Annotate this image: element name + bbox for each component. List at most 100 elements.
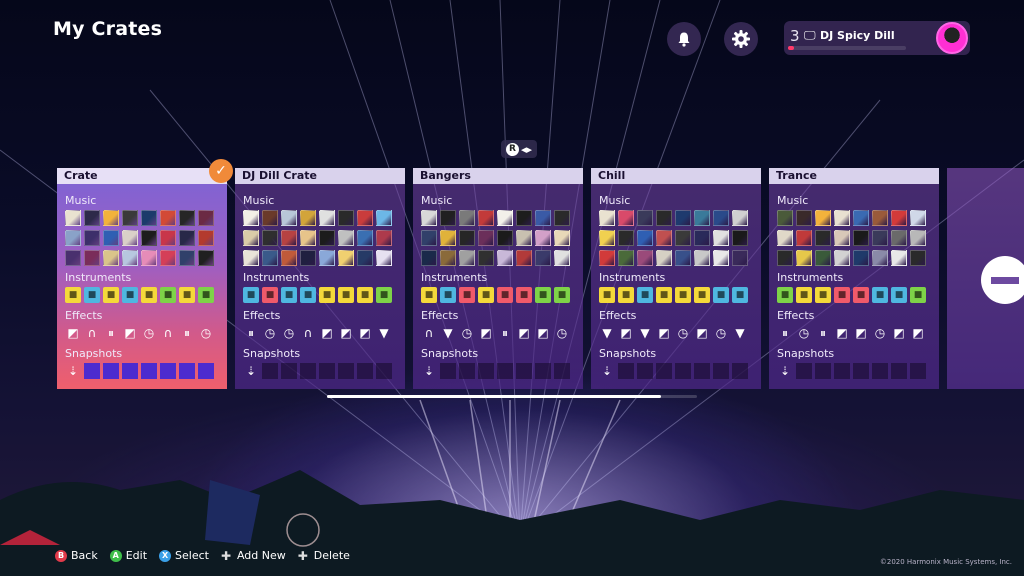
album-art[interactable] [694, 230, 710, 246]
album-art[interactable] [872, 250, 888, 266]
album-art[interactable] [815, 210, 831, 226]
instrument-icon[interactable]: ■ [84, 287, 100, 303]
effect-icon[interactable]: ◩ [853, 325, 869, 341]
instrument-icon[interactable]: ■ [599, 287, 615, 303]
snapshot-slot[interactable] [554, 363, 570, 379]
album-art[interactable] [243, 230, 259, 246]
album-art[interactable] [675, 250, 691, 266]
album-art[interactable] [141, 250, 157, 266]
album-art[interactable] [796, 230, 812, 246]
album-art[interactable] [834, 210, 850, 226]
album-art[interactable] [554, 250, 570, 266]
album-art[interactable] [281, 230, 297, 246]
instrument-icon[interactable]: ■ [421, 287, 437, 303]
instrument-icon[interactable]: ■ [713, 287, 729, 303]
album-art[interactable] [675, 230, 691, 246]
album-art[interactable] [713, 250, 729, 266]
instrument-icon[interactable]: ■ [675, 287, 691, 303]
snapshot-slot[interactable] [618, 363, 634, 379]
album-art[interactable] [65, 210, 81, 226]
album-art[interactable] [376, 250, 392, 266]
album-art[interactable] [732, 210, 748, 226]
instrument-icon[interactable]: ■ [732, 287, 748, 303]
album-art[interactable] [535, 230, 551, 246]
snapshot-slot[interactable] [815, 363, 831, 379]
instrument-icon[interactable]: ■ [872, 287, 888, 303]
album-art[interactable] [732, 230, 748, 246]
album-art[interactable] [440, 210, 456, 226]
album-art[interactable] [497, 250, 513, 266]
album-art[interactable] [599, 230, 615, 246]
snapshot-slot[interactable] [103, 363, 119, 379]
album-art[interactable] [262, 210, 278, 226]
effect-icon[interactable]: ∩ [160, 325, 176, 341]
effect-icon[interactable]: ▼ [732, 325, 748, 341]
album-art[interactable] [141, 210, 157, 226]
album-art[interactable] [478, 230, 494, 246]
album-art[interactable] [103, 230, 119, 246]
effect-icon[interactable]: ◩ [656, 325, 672, 341]
album-art[interactable] [834, 230, 850, 246]
snapshot-slot[interactable] [262, 363, 278, 379]
effect-icon[interactable]: ◩ [535, 325, 551, 341]
album-art[interactable] [554, 210, 570, 226]
album-art[interactable] [599, 210, 615, 226]
ghost-crate[interactable] [947, 168, 1024, 389]
album-art[interactable] [637, 230, 653, 246]
album-art[interactable] [478, 250, 494, 266]
snapshot-slot[interactable] [198, 363, 214, 379]
effect-icon[interactable]: ⏸ [777, 325, 793, 341]
instrument-icon[interactable]: ■ [65, 287, 81, 303]
crate-card[interactable]: Chill Music Instruments Effects Snapshots ■ ■ ■… [591, 168, 761, 389]
album-art[interactable] [160, 210, 176, 226]
album-art[interactable] [440, 250, 456, 266]
effect-icon[interactable]: ⏸ [815, 325, 831, 341]
effect-icon[interactable]: ▼ [376, 325, 392, 341]
album-art[interactable] [713, 210, 729, 226]
album-art[interactable] [694, 210, 710, 226]
album-art[interactable] [599, 250, 615, 266]
album-art[interactable] [910, 230, 926, 246]
crate-card[interactable]: Trance Music Instruments Effects Snapshots ■ ■… [769, 168, 939, 389]
effect-icon[interactable]: ▼ [440, 325, 456, 341]
player-profile[interactable]: 3 🖵 DJ Spicy Dill [784, 21, 970, 55]
instrument-icon[interactable]: ■ [243, 287, 259, 303]
snapshot-slot[interactable] [891, 363, 907, 379]
effect-icon[interactable]: ◩ [122, 325, 138, 341]
album-art[interactable] [554, 230, 570, 246]
album-art[interactable] [103, 250, 119, 266]
instrument-icon[interactable]: ■ [440, 287, 456, 303]
album-art[interactable] [300, 250, 316, 266]
effect-icon[interactable]: ⏸ [179, 325, 195, 341]
instrument-icon[interactable]: ■ [554, 287, 570, 303]
snapshot-slot[interactable] [656, 363, 672, 379]
album-art[interactable] [796, 210, 812, 226]
instrument-icon[interactable]: ■ [535, 287, 551, 303]
snapshot-slot[interactable] [713, 363, 729, 379]
album-art[interactable] [421, 210, 437, 226]
effect-icon[interactable]: ▼ [637, 325, 653, 341]
instrument-icon[interactable]: ■ [103, 287, 119, 303]
snapshot-slot[interactable] [459, 363, 475, 379]
album-art[interactable] [243, 210, 259, 226]
snapshot-slot[interactable] [675, 363, 691, 379]
snapshot-slot[interactable] [516, 363, 532, 379]
album-art[interactable] [300, 210, 316, 226]
album-art[interactable] [179, 210, 195, 226]
snapshot-slot[interactable] [694, 363, 710, 379]
album-art[interactable] [694, 250, 710, 266]
album-art[interactable] [262, 230, 278, 246]
album-art[interactable] [459, 250, 475, 266]
snapshot-slot[interactable] [796, 363, 812, 379]
album-art[interactable] [675, 210, 691, 226]
instrument-icon[interactable]: ■ [160, 287, 176, 303]
instrument-icon[interactable]: ■ [891, 287, 907, 303]
album-art[interactable] [872, 210, 888, 226]
snapshot-slot[interactable] [160, 363, 176, 379]
album-art[interactable] [777, 230, 793, 246]
album-art[interactable] [376, 230, 392, 246]
album-art[interactable] [338, 230, 354, 246]
effect-icon[interactable]: ∩ [421, 325, 437, 341]
snapshot-slot[interactable] [84, 363, 100, 379]
snapshot-slot[interactable] [872, 363, 888, 379]
